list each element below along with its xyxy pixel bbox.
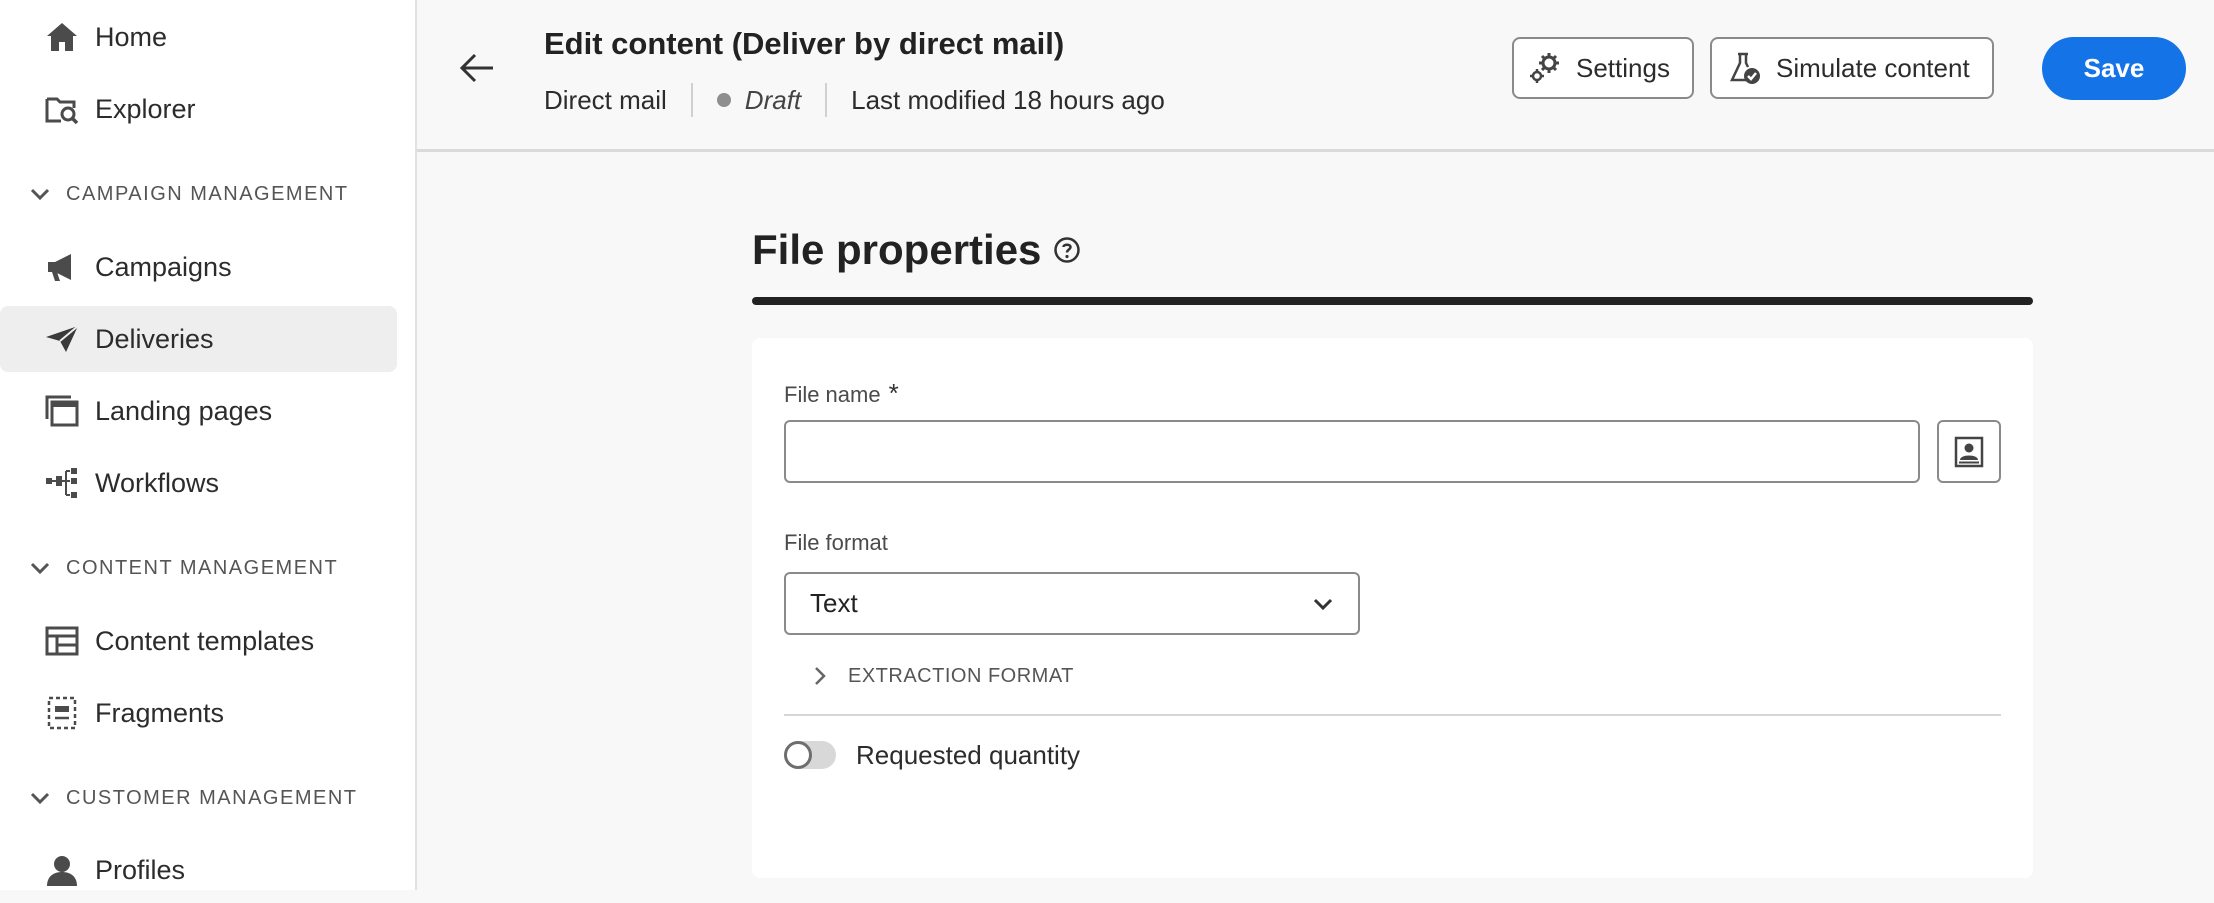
- header: Edit content (Deliver by direct mail) Di…: [417, 0, 2214, 152]
- sidebar: Home Explorer CAMPAIGN MANAGEMENT Campai…: [0, 0, 417, 890]
- chevron-down-icon: [30, 562, 50, 575]
- divider: [784, 714, 2001, 716]
- arrow-left-icon: [459, 53, 493, 83]
- workflow-icon: [44, 465, 80, 501]
- required-marker: *: [888, 378, 899, 408]
- divider: [690, 83, 693, 117]
- gear-icon: [1530, 53, 1559, 83]
- sidebar-item-label: Profiles: [95, 854, 186, 885]
- heading-underline: [752, 297, 2033, 305]
- status-badge: Draft: [744, 84, 802, 115]
- sidebar-item-label: Landing pages: [95, 395, 273, 426]
- fragments-icon: [44, 695, 80, 731]
- file-properties-card: File name * File format Text EXTRACTION F…: [752, 338, 2033, 878]
- file-format-value: Text: [810, 588, 858, 618]
- file-format-label: File format: [784, 530, 888, 555]
- settings-button[interactable]: Settings: [1512, 37, 1694, 99]
- file-name-label: File name *: [784, 378, 899, 409]
- sidebar-item-fragments[interactable]: Fragments: [0, 680, 397, 746]
- help-icon[interactable]: [1053, 236, 1081, 264]
- section-title: File properties: [752, 226, 1042, 273]
- landing-pages-icon: [44, 393, 80, 429]
- status-dot-icon: [716, 93, 731, 107]
- section-label: CUSTOMER MANAGEMENT: [66, 786, 358, 809]
- explorer-icon: [44, 91, 80, 127]
- chevron-down-icon: [1313, 598, 1333, 610]
- home-icon: [44, 19, 80, 55]
- chevron-down-icon: [30, 792, 50, 805]
- template-icon: [44, 623, 80, 659]
- file-name-label-text: File name: [784, 382, 881, 407]
- settings-label: Settings: [1576, 52, 1670, 83]
- back-button[interactable]: [457, 48, 497, 88]
- requested-quantity-row: Requested quantity: [784, 730, 1080, 780]
- page-title: Edit content (Deliver by direct mail): [544, 26, 1065, 61]
- section-label: CONTENT MANAGEMENT: [66, 556, 339, 579]
- chevron-down-icon: [30, 188, 50, 201]
- sidebar-item-label: Fragments: [95, 697, 225, 728]
- section-heading: File properties: [752, 226, 1081, 274]
- sidebar-item-label: Campaigns: [95, 251, 232, 282]
- sidebar-item-label: Home: [95, 21, 168, 52]
- megaphone-icon: [44, 249, 80, 285]
- save-button[interactable]: Save: [2042, 37, 2186, 100]
- section-content-management[interactable]: CONTENT MANAGEMENT: [28, 548, 338, 588]
- requested-quantity-label: Requested quantity: [856, 739, 1081, 770]
- sidebar-item-deliveries[interactable]: Deliveries: [0, 306, 397, 372]
- sidebar-item-home[interactable]: Home: [0, 4, 397, 70]
- sidebar-item-label: Explorer: [95, 93, 196, 124]
- personalization-icon: [1954, 436, 1984, 467]
- file-format-select[interactable]: Text: [784, 572, 1360, 635]
- divider: [825, 83, 828, 117]
- section-campaign-management[interactable]: CAMPAIGN MANAGEMENT: [28, 174, 349, 214]
- chevron-right-icon: [815, 667, 826, 685]
- sidebar-item-label: Content templates: [95, 625, 315, 656]
- sidebar-item-campaigns[interactable]: Campaigns: [0, 234, 397, 300]
- simulate-content-button[interactable]: Simulate content: [1710, 37, 1994, 99]
- content-meta: Direct mail Draft Last modified 18 hours…: [544, 80, 1165, 120]
- sidebar-item-label: Workflows: [95, 467, 220, 498]
- user-icon: [44, 852, 80, 888]
- simulate-label: Simulate content: [1776, 52, 1970, 83]
- extraction-format-label: EXTRACTION FORMAT: [848, 664, 1074, 687]
- requested-quantity-switch[interactable]: [784, 741, 836, 769]
- flask-check-icon: [1730, 52, 1760, 84]
- extraction-format-toggle[interactable]: EXTRACTION FORMAT: [810, 656, 1074, 696]
- paper-plane-icon: [44, 321, 80, 357]
- file-name-input[interactable]: [784, 420, 1920, 483]
- channel-label: Direct mail: [544, 84, 667, 115]
- sidebar-item-explorer[interactable]: Explorer: [0, 76, 397, 142]
- sidebar-item-content-templates[interactable]: Content templates: [0, 608, 397, 674]
- sidebar-item-workflows[interactable]: Workflows: [0, 450, 397, 516]
- sidebar-item-label: Deliveries: [95, 323, 214, 354]
- last-modified: Last modified 18 hours ago: [851, 84, 1165, 115]
- sidebar-item-profiles[interactable]: Profiles: [0, 837, 397, 903]
- switch-knob: [784, 741, 812, 769]
- personalization-button[interactable]: [1937, 420, 2001, 483]
- section-customer-management[interactable]: CUSTOMER MANAGEMENT: [28, 778, 357, 818]
- sidebar-item-landing-pages[interactable]: Landing pages: [0, 378, 397, 444]
- section-label: CAMPAIGN MANAGEMENT: [66, 182, 349, 205]
